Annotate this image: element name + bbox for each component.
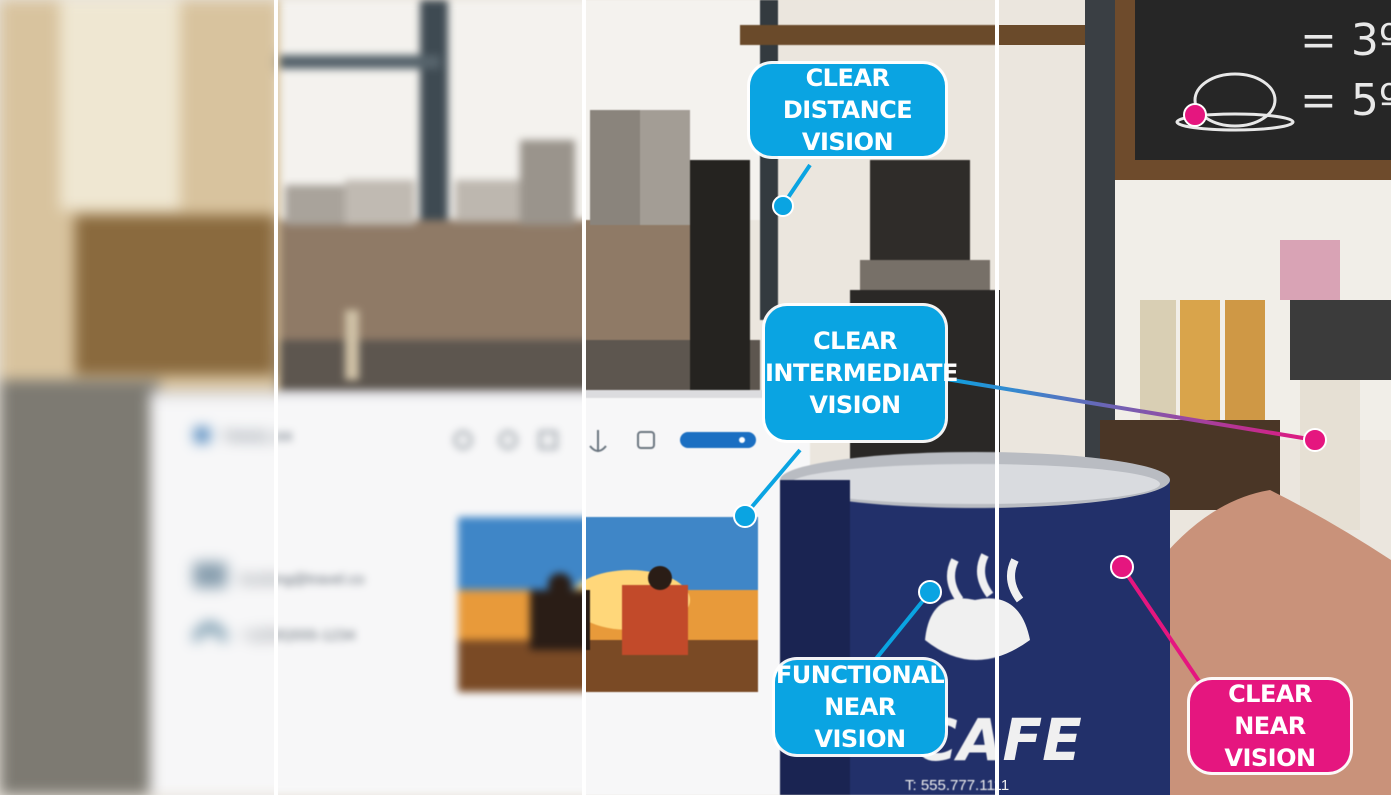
callout-line: CLEAR <box>813 327 897 355</box>
target-dot <box>772 195 794 217</box>
target-dot <box>733 504 757 528</box>
callout-line: CLEAR <box>1228 680 1312 708</box>
callout-clear-near-vision: CLEAR NEAR VISION <box>1190 680 1350 772</box>
leader-line-intermediate <box>939 376 1316 442</box>
callout-line: FUNCTIONAL <box>775 661 945 689</box>
callout-line: DISTANCE VISION <box>782 96 913 156</box>
target-dot <box>918 580 942 604</box>
callout-line: INTERMEDIATE <box>765 359 958 387</box>
target-dot <box>1110 555 1134 579</box>
callout-line: NEAR VISION <box>1224 712 1316 772</box>
callout-leader-lines <box>733 103 1327 692</box>
callout-clear-intermediate-vision: CLEAR INTERMEDIATE VISION <box>765 306 958 440</box>
callout-functional-near-vision: FUNCTIONAL NEAR VISION <box>775 660 945 754</box>
callout-line: CLEAR <box>805 64 890 92</box>
target-dot <box>1303 428 1327 452</box>
callout-clear-distance-vision: CLEAR DISTANCE VISION <box>750 64 945 156</box>
leader-line-functional <box>873 590 932 662</box>
leader-line-near <box>1120 565 1207 692</box>
callout-line: NEAR VISION <box>814 693 906 753</box>
vision-comparison-image: = 3º = 5º TRAVEL.XX b <box>0 0 1391 795</box>
callout-line: VISION <box>809 391 901 419</box>
target-dot <box>1183 103 1207 127</box>
